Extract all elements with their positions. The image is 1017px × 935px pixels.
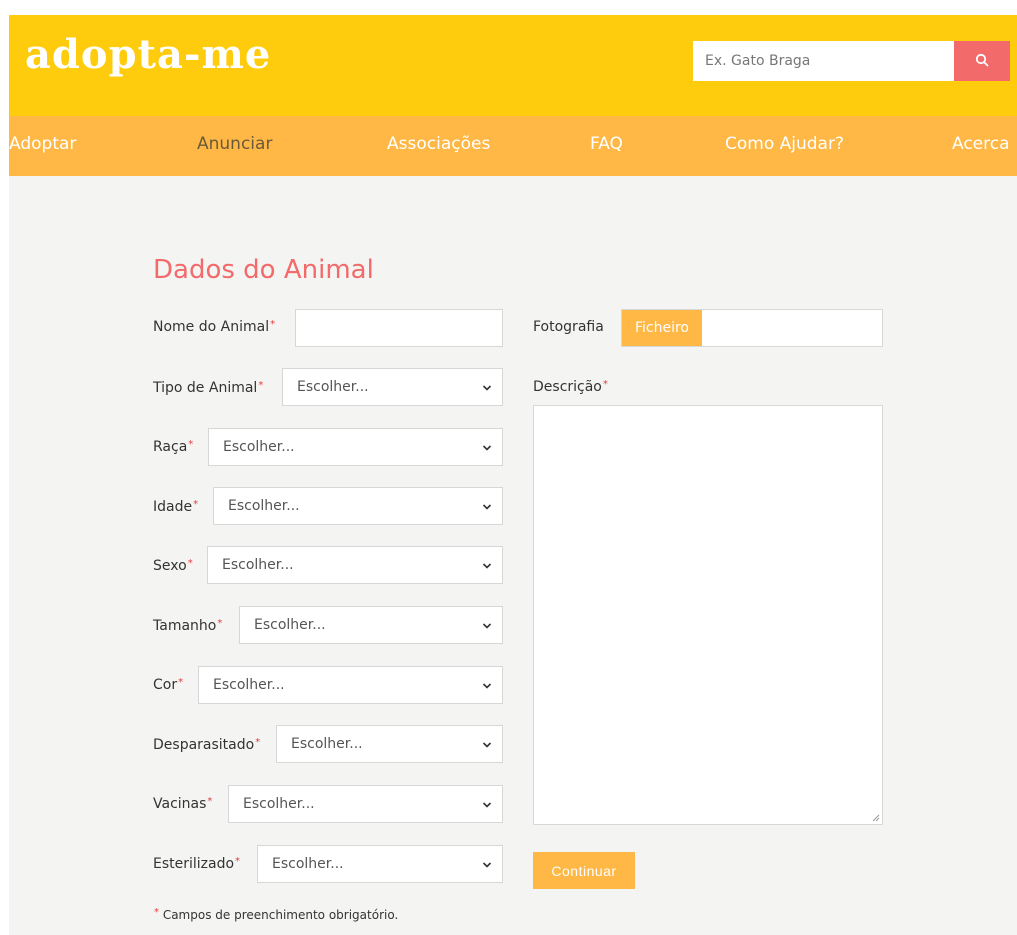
- site-logo[interactable]: adopta-me: [25, 31, 271, 78]
- resize-grip-icon[interactable]: [872, 814, 880, 822]
- page: adopta-me Adoptar Anunciar Associações F…: [9, 15, 1017, 935]
- form-title: Dados do Animal: [153, 255, 374, 285]
- select-raca[interactable]: Escolher...: [208, 428, 503, 466]
- select-idade[interactable]: Escolher...: [213, 487, 503, 525]
- photo-file-field[interactable]: Ficheiro: [621, 309, 883, 347]
- field-label-cor: Cor*: [153, 677, 184, 693]
- nav-item-como-ajudar[interactable]: Como Ajudar?: [725, 134, 844, 154]
- required-mark: *: [178, 677, 184, 688]
- chevron-down-icon: [482, 385, 492, 391]
- field-label-raca: Raça*: [153, 439, 194, 455]
- site-header: adopta-me: [9, 15, 1017, 116]
- name-label: Nome do Animal*: [153, 319, 276, 335]
- chevron-down-icon: [482, 742, 492, 748]
- field-label-idade: Idade*: [153, 499, 199, 515]
- required-mark: *: [270, 319, 276, 330]
- search-icon: [975, 53, 989, 70]
- required-fields-note: * Campos de preenchimento obrigatório.: [154, 907, 399, 922]
- chevron-down-icon: [482, 802, 492, 808]
- select-esterilizado[interactable]: Escolher...: [257, 845, 503, 883]
- required-mark: *: [258, 380, 264, 391]
- field-label-desparasitado: Desparasitado*: [153, 737, 261, 753]
- required-mark: *: [187, 558, 193, 569]
- required-mark: *: [188, 439, 194, 450]
- required-mark: *: [154, 907, 159, 918]
- nav-item-faq[interactable]: FAQ: [590, 134, 623, 154]
- description-label: Descrição*: [533, 379, 608, 395]
- chevron-down-icon: [482, 683, 492, 689]
- description-textarea[interactable]: [533, 405, 883, 825]
- select-desparasitado[interactable]: Escolher...: [276, 725, 503, 763]
- required-mark: *: [255, 737, 261, 748]
- nav-item-adoptar[interactable]: Adoptar: [9, 134, 76, 154]
- chevron-down-icon: [482, 623, 492, 629]
- select-tipo-animal[interactable]: Escolher...: [282, 368, 503, 406]
- nav-item-anunciar[interactable]: Anunciar: [197, 134, 272, 154]
- search-bar: [693, 41, 1010, 81]
- chevron-down-icon: [482, 862, 492, 868]
- photo-label: Fotografia: [533, 319, 604, 335]
- chevron-down-icon: [482, 504, 492, 510]
- select-sexo[interactable]: Escolher...: [207, 546, 503, 584]
- chevron-down-icon: [482, 563, 492, 569]
- required-mark: *: [235, 856, 241, 867]
- required-mark: *: [193, 499, 199, 510]
- select-vacinas[interactable]: Escolher...: [228, 785, 503, 823]
- nav-item-associacoes[interactable]: Associações: [387, 134, 490, 154]
- field-label-sexo: Sexo*: [153, 558, 193, 574]
- select-tamanho[interactable]: Escolher...: [239, 606, 503, 644]
- chevron-down-icon: [482, 445, 492, 451]
- field-label-tamanho: Tamanho*: [153, 618, 223, 634]
- select-cor[interactable]: Escolher...: [198, 666, 503, 704]
- main-nav: Adoptar Anunciar Associações FAQ Como Aj…: [9, 116, 1017, 176]
- continue-button[interactable]: Continuar: [533, 852, 635, 889]
- field-label-esterilizado: Esterilizado*: [153, 856, 241, 872]
- search-input[interactable]: [693, 41, 954, 81]
- animal-name-input[interactable]: [295, 309, 503, 347]
- nav-item-acerca[interactable]: Acerca: [952, 134, 1010, 154]
- search-button[interactable]: [954, 41, 1010, 81]
- file-upload-button[interactable]: Ficheiro: [622, 310, 702, 346]
- required-mark: *: [217, 618, 223, 629]
- required-mark: *: [602, 379, 608, 390]
- field-label-tipo: Tipo de Animal*: [153, 380, 264, 396]
- field-label-vacinas: Vacinas*: [153, 796, 213, 812]
- required-mark: *: [207, 796, 213, 807]
